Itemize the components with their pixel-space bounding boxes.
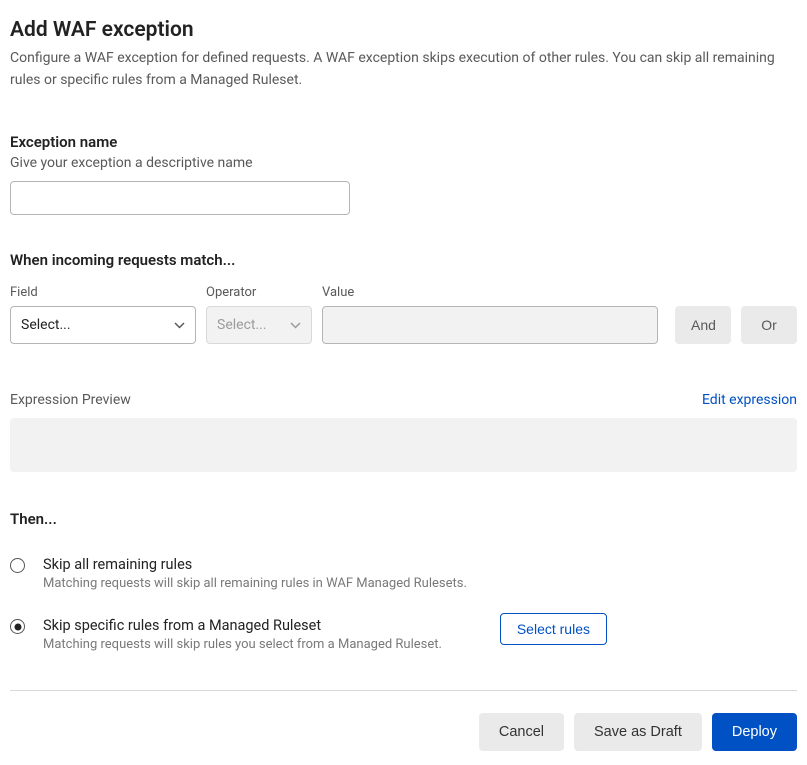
radio-help-skip-specific: Matching requests will skip rules you se…	[43, 637, 797, 652]
radio-icon[interactable]	[10, 558, 25, 573]
match-operator-label: Operator	[206, 285, 312, 300]
match-field-placeholder: Select...	[21, 317, 71, 333]
match-operator-placeholder: Select...	[217, 317, 267, 333]
match-value-label: Value	[322, 285, 658, 300]
then-title: Then...	[10, 510, 797, 528]
footer-actions: Cancel Save as Draft Deploy	[10, 713, 797, 751]
radio-label-skip-specific: Skip specific rules from a Managed Rules…	[43, 617, 797, 634]
and-button[interactable]: And	[675, 306, 731, 344]
exception-name-help: Give your exception a descriptive name	[10, 155, 797, 171]
radio-content: Skip specific rules from a Managed Rules…	[43, 617, 797, 652]
edit-expression-link[interactable]: Edit expression	[702, 392, 797, 408]
radio-label-skip-all: Skip all remaining rules	[43, 556, 797, 573]
exception-name-input[interactable]	[10, 181, 350, 215]
select-rules-button[interactable]: Select rules	[500, 613, 607, 645]
save-draft-button[interactable]: Save as Draft	[574, 713, 702, 751]
chevron-down-icon	[174, 317, 185, 333]
match-value-col: Value	[322, 285, 658, 344]
page-title: Add WAF exception	[10, 18, 797, 42]
radio-icon[interactable]	[10, 619, 25, 634]
cancel-button[interactable]: Cancel	[479, 713, 564, 751]
match-field-select[interactable]: Select...	[10, 306, 196, 344]
radio-content: Skip all remaining rules Matching reques…	[43, 556, 797, 591]
page-description: Configure a WAF exception for defined re…	[10, 48, 797, 91]
header-section: Add WAF exception Configure a WAF except…	[10, 18, 797, 91]
footer-divider	[10, 690, 797, 691]
chevron-down-icon	[290, 317, 301, 333]
deploy-button[interactable]: Deploy	[712, 713, 797, 751]
expression-preview-box	[10, 418, 797, 472]
exception-name-section: Exception name Give your exception a des…	[10, 133, 797, 215]
or-button[interactable]: Or	[741, 306, 797, 344]
expression-header: Expression Preview Edit expression	[10, 392, 797, 408]
match-value-input[interactable]	[322, 306, 658, 344]
radio-help-skip-all: Matching requests will skip all remainin…	[43, 576, 797, 591]
match-operator-col: Operator Select...	[206, 285, 312, 344]
match-field-col: Field Select...	[10, 285, 196, 344]
expression-label: Expression Preview	[10, 392, 131, 408]
radio-option-skip-specific[interactable]: Skip specific rules from a Managed Rules…	[10, 617, 797, 652]
match-operator-select[interactable]: Select...	[206, 306, 312, 344]
match-title: When incoming requests match...	[10, 251, 797, 269]
match-row: Field Select... Operator Select... Value…	[10, 285, 797, 344]
exception-name-label: Exception name	[10, 133, 797, 151]
match-field-label: Field	[10, 285, 196, 300]
radio-option-skip-all[interactable]: Skip all remaining rules Matching reques…	[10, 556, 797, 591]
match-section: When incoming requests match... Field Se…	[10, 251, 797, 344]
